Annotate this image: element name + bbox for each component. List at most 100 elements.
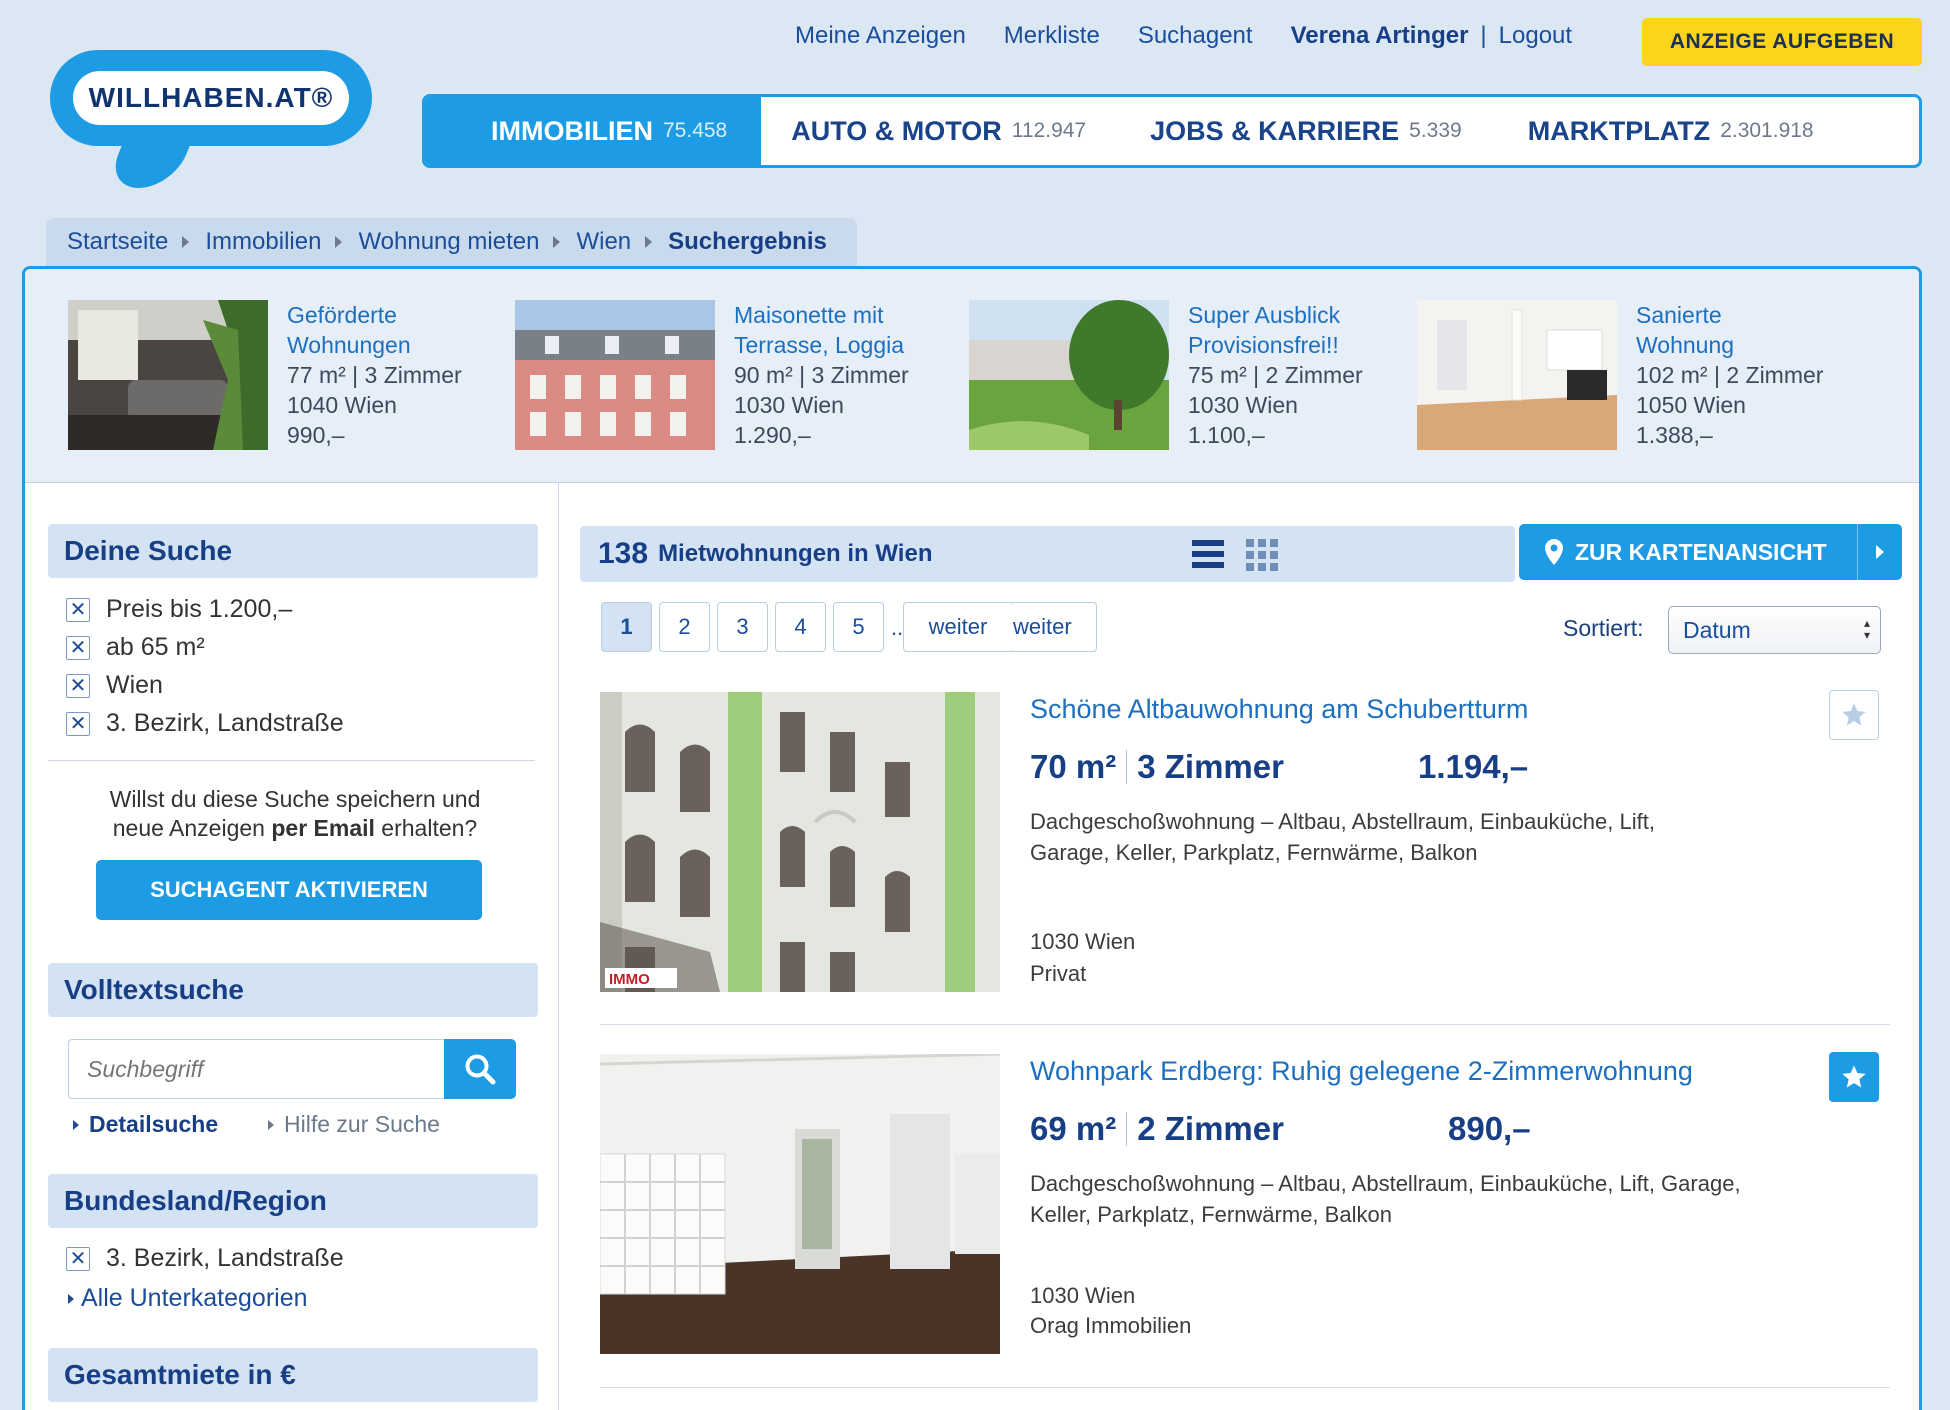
featured-location: 1030 Wien	[734, 392, 844, 418]
remove-from-watchlist-button[interactable]	[1829, 1052, 1879, 1102]
post-ad-button[interactable]: ANZEIGE AUFGEBEN	[1642, 18, 1922, 66]
grid-view-icon[interactable]	[1246, 539, 1278, 571]
remove-filter-icon[interactable]: ✕	[66, 1246, 90, 1271]
listing-seller: Privat	[1030, 961, 1087, 986]
user-name[interactable]: Verena Artinger	[1291, 22, 1469, 50]
remove-filter-icon[interactable]: ✕	[66, 635, 90, 660]
featured-price: 1.388,–	[1636, 422, 1713, 448]
featured-title[interactable]: Sanierte	[1636, 300, 1856, 330]
remove-filter-icon[interactable]: ✕	[66, 673, 90, 698]
breadcrumb-home[interactable]: Startseite	[67, 228, 168, 256]
page-button-1[interactable]: 1	[601, 602, 652, 652]
featured-location: 1040 Wien	[287, 392, 397, 418]
nav-tab-auto-motor[interactable]: AUTO & MOTOR 112.947	[791, 97, 1086, 165]
featured-title[interactable]: Wohnungen	[287, 330, 507, 360]
breadcrumb-arrow-icon	[553, 236, 561, 248]
save-search-email: per Email	[271, 815, 375, 841]
map-pin-icon	[1545, 539, 1563, 565]
featured-price: 1.100,–	[1188, 422, 1265, 448]
listing-title[interactable]: Schöne Altbauwohnung am Schubertturm	[1030, 694, 1528, 725]
listing-title[interactable]: Wohnpark Erdberg: Ruhig gelegene 2-Zimme…	[1030, 1056, 1693, 1087]
listing-separator	[600, 1387, 1890, 1388]
breadcrumb: Startseite Immobilien Wohnung mieten Wie…	[46, 218, 857, 266]
fulltext-search-input[interactable]	[68, 1039, 444, 1099]
filter-label: ab 65 m²	[106, 633, 205, 661]
featured-details: 75 m² | 2 Zimmer	[1188, 362, 1363, 388]
featured-title[interactable]: Terrasse, Loggia	[734, 330, 954, 360]
map-view-button[interactable]: ZUR KARTENANSICHT	[1519, 524, 1902, 580]
featured-title[interactable]: Super Ausblick	[1188, 300, 1408, 330]
featured-title[interactable]: Maisonette mit	[734, 300, 954, 330]
search-agent-link[interactable]: Suchagent	[1138, 22, 1253, 50]
activate-search-agent-button[interactable]: SUCHAGENT AKTIVIEREN	[96, 860, 482, 920]
list-view-icon[interactable]	[1192, 539, 1224, 569]
description-line: Keller, Parkplatz, Fernwärme, Balkon	[1030, 1202, 1392, 1227]
featured-listings: Geförderte Wohnungen 77 m² | 3 Zimmer 10…	[25, 269, 1919, 483]
save-search-line: Willst du diese Suche speichern und	[109, 786, 481, 812]
page-button-2[interactable]: 2	[659, 602, 710, 652]
logo-text: WILLHABEN.AT®	[73, 71, 349, 125]
breadcrumb-wien[interactable]: Wien	[576, 228, 631, 256]
active-filter: ✕ ab 65 m²	[66, 633, 205, 662]
sort-select[interactable]: Datum ▴ ▾	[1668, 606, 1881, 654]
page-button-4[interactable]: 4	[775, 602, 826, 652]
logo[interactable]: WILLHABEN.AT®	[50, 50, 372, 188]
remove-filter-icon[interactable]: ✕	[66, 711, 90, 736]
my-ads-link[interactable]: Meine Anzeigen	[795, 22, 966, 50]
search-help-link[interactable]: Hilfe zur Suche	[268, 1111, 440, 1138]
nav-tab-immobilien[interactable]: IMMOBILIEN 75.458	[425, 97, 762, 165]
featured-title[interactable]: Wohnung	[1636, 330, 1856, 360]
listing-price: 1.194,–	[1418, 748, 1529, 785]
total-rent-heading: Gesamtmiete in €	[48, 1348, 538, 1402]
logout-link[interactable]: Logout	[1499, 22, 1572, 50]
active-filter: ✕ Preis bis 1.200,–	[66, 595, 292, 624]
featured-details: 77 m² | 3 Zimmer	[287, 362, 462, 388]
featured-title[interactable]: Provisionsfrei!!	[1188, 330, 1408, 360]
image-watermark: IMMO	[609, 971, 650, 988]
save-search-text: Willst du diese Suche speichern und neue…	[50, 785, 540, 843]
search-button[interactable]	[444, 1039, 516, 1099]
featured-item[interactable]: Maisonette mit Terrasse, Loggia 90 m² | …	[515, 300, 954, 450]
breadcrumb-wohnung-mieten[interactable]: Wohnung mieten	[358, 228, 539, 256]
meta-divider	[1126, 1112, 1128, 1146]
featured-item[interactable]: Super Ausblick Provisionsfrei!! 75 m² | …	[969, 300, 1408, 450]
breadcrumb-immobilien[interactable]: Immobilien	[205, 228, 321, 256]
featured-info: Geförderte Wohnungen 77 m² | 3 Zimmer 10…	[287, 300, 507, 450]
map-view-arrow[interactable]	[1857, 524, 1902, 580]
search-icon	[465, 1054, 496, 1085]
featured-info: Super Ausblick Provisionsfrei!! 75 m² | …	[1188, 300, 1408, 450]
listing-item[interactable]: Wohnpark Erdberg: Ruhig gelegene 2-Zimme…	[600, 1052, 1885, 1354]
region-heading: Bundesland/Region	[48, 1174, 538, 1228]
remove-filter-icon[interactable]: ✕	[66, 597, 90, 622]
listing-area: 69 m²	[1030, 1110, 1117, 1147]
meta-divider	[1126, 750, 1128, 784]
page-button-3[interactable]: 3	[717, 602, 768, 652]
featured-item[interactable]: Geförderte Wohnungen 77 m² | 3 Zimmer 10…	[68, 300, 507, 450]
save-search-line: neue Anzeigen per Email erhalten?	[50, 814, 540, 843]
map-view-label: ZUR KARTENANSICHT	[1575, 538, 1827, 565]
arrow-right-icon	[73, 1119, 79, 1130]
listing-image[interactable]	[600, 1054, 1000, 1354]
sidebar-separator	[48, 760, 535, 761]
nav-tab-count: 5.339	[1409, 119, 1462, 142]
listing-item[interactable]: IMMO Schöne Altbauwohnung am Schuberttur…	[600, 690, 1885, 992]
featured-image-building	[515, 300, 715, 450]
nav-tab-marktplatz[interactable]: MARKTPLATZ 2.301.918	[1528, 97, 1814, 165]
watchlist-link[interactable]: Merkliste	[1004, 22, 1100, 50]
page-button-5[interactable]: 5	[833, 602, 884, 652]
featured-title[interactable]: Geförderte	[287, 300, 507, 330]
results-count: 138	[598, 537, 649, 570]
content-panel: Geförderte Wohnungen 77 m² | 3 Zimmer 10…	[22, 266, 1922, 1410]
filter-label: Wien	[106, 671, 163, 699]
add-to-watchlist-button[interactable]	[1829, 690, 1879, 740]
next-page-button-duplicate[interactable]: weiter	[1011, 602, 1097, 652]
detail-search-link[interactable]: Detailsuche	[73, 1111, 218, 1138]
featured-item[interactable]: Sanierte Wohnung 102 m² | 2 Zimmer 1050 …	[1417, 300, 1856, 450]
listing-area: 70 m²	[1030, 748, 1117, 785]
nav-tab-label: IMMOBILIEN	[491, 115, 653, 146]
next-page-button[interactable]: weiter	[903, 602, 1013, 652]
listing-image[interactable]: IMMO	[600, 692, 1000, 992]
all-subcategories-link[interactable]: Alle Unterkategorien	[68, 1284, 308, 1313]
save-search-text-part: neue Anzeigen	[112, 815, 272, 841]
nav-tab-jobs-karriere[interactable]: JOBS & KARRIERE 5.339	[1150, 97, 1462, 165]
